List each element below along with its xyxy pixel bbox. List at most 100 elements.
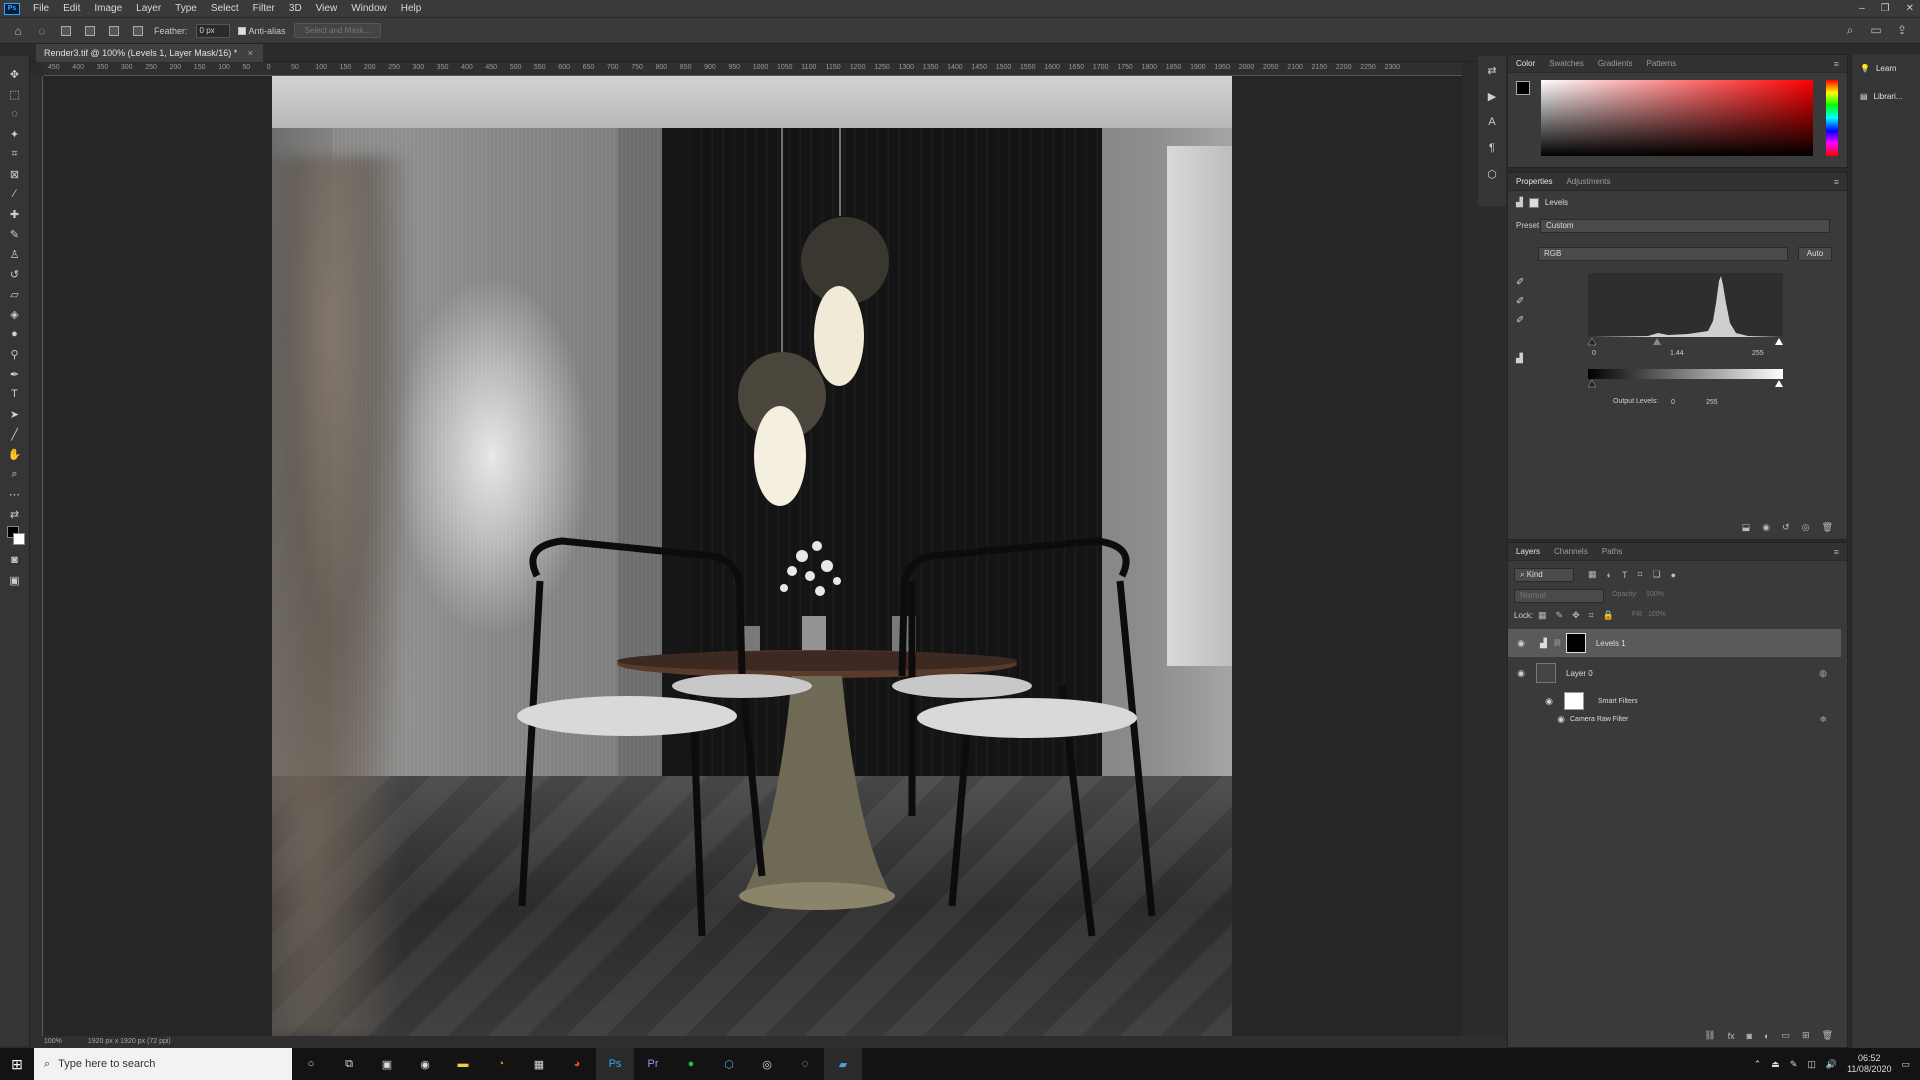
actions-panel-icon[interactable]: ▶ bbox=[1482, 88, 1502, 104]
more-tools-icon[interactable]: ⋯ bbox=[5, 486, 25, 502]
link-icon[interactable]: ⛓ bbox=[1553, 639, 1562, 647]
windows-start-icon[interactable]: ⊞ bbox=[0, 1048, 34, 1080]
libraries-button[interactable]: ▤ Librari... bbox=[1852, 82, 1920, 110]
network-icon[interactable]: ◫ bbox=[1807, 1059, 1816, 1070]
output-white-value[interactable]: 255 bbox=[1706, 397, 1718, 408]
lasso-tool-preset-icon[interactable]: ◌ bbox=[34, 24, 50, 38]
close-window-icon[interactable]: ✕ bbox=[1906, 0, 1914, 17]
smart-filter-indicator-icon[interactable]: ◍ bbox=[1819, 668, 1827, 679]
frame-tool-icon[interactable]: ⊠ bbox=[5, 166, 25, 182]
visibility-eye-icon[interactable]: ◉ bbox=[1542, 696, 1556, 707]
layer-name[interactable]: Layer 0 bbox=[1566, 669, 1593, 678]
select-and-mask-button[interactable]: Select and Mask... bbox=[293, 23, 382, 38]
menu-help[interactable]: Help bbox=[394, 0, 429, 17]
add-selection-icon[interactable] bbox=[82, 24, 98, 38]
panel-menu-icon[interactable]: ≡ bbox=[1834, 59, 1839, 69]
sketchup-icon[interactable]: ⬡ bbox=[710, 1048, 748, 1080]
history-panel-icon[interactable]: ⇄ bbox=[1482, 62, 1502, 78]
chrome-icon[interactable]: ◕ bbox=[558, 1048, 596, 1080]
close-tab-icon[interactable]: × bbox=[248, 48, 253, 58]
filter-type-icon[interactable]: T bbox=[1622, 570, 1628, 580]
lock-image-icon[interactable]: ✎ bbox=[1556, 610, 1564, 621]
marquee-tool-icon[interactable]: ⬚ bbox=[5, 86, 25, 102]
layer-row-levels[interactable]: ◉ ▟ ⛓ Levels 1 bbox=[1508, 629, 1841, 657]
opacity-value[interactable]: 100% bbox=[1646, 591, 1664, 598]
magic-wand-tool-icon[interactable]: ✦ bbox=[5, 126, 25, 142]
app-icon-3[interactable]: ◌ bbox=[786, 1048, 824, 1080]
cortana-icon[interactable]: ○ bbox=[292, 1048, 330, 1080]
3d-panel-icon[interactable]: ⬡ bbox=[1482, 166, 1502, 182]
output-level-sliders[interactable] bbox=[1584, 379, 1787, 388]
fill-value[interactable]: 100% bbox=[1648, 611, 1666, 618]
feather-input[interactable]: 0 px bbox=[195, 23, 230, 38]
input-level-sliders[interactable] bbox=[1584, 336, 1787, 346]
document-canvas-image[interactable] bbox=[272, 76, 1232, 1036]
dodge-tool-icon[interactable]: ⚲ bbox=[5, 346, 25, 362]
tab-swatches[interactable]: Swatches bbox=[1549, 59, 1584, 68]
filter-mask-thumbnail[interactable] bbox=[1564, 692, 1584, 710]
taskbar-search-box[interactable]: ⌕ Type here to search bbox=[34, 1048, 292, 1080]
obs-icon[interactable]: ◎ bbox=[748, 1048, 786, 1080]
black-point-eyedropper-icon[interactable]: ✐ bbox=[1516, 277, 1524, 288]
photoshop-taskbar-icon[interactable]: Ps bbox=[596, 1048, 634, 1080]
intersect-selection-icon[interactable] bbox=[130, 24, 146, 38]
tab-channels[interactable]: Channels bbox=[1554, 547, 1588, 556]
visibility-icon[interactable]: ◎ bbox=[1802, 522, 1810, 533]
input-white-value[interactable]: 255 bbox=[1752, 348, 1764, 359]
filter-shape-icon[interactable]: ⌗ bbox=[1637, 569, 1642, 580]
search-icon[interactable]: ⌕ bbox=[1842, 23, 1858, 37]
crop-tool-icon[interactable]: ⌗ bbox=[5, 146, 25, 162]
tab-layers[interactable]: Layers bbox=[1516, 547, 1540, 556]
layer-style-icon[interactable]: fx bbox=[1728, 1031, 1735, 1041]
character-panel-icon[interactable]: A bbox=[1482, 114, 1502, 130]
preset-dropdown[interactable]: Custom bbox=[1540, 219, 1830, 233]
premiere-icon[interactable]: Pr bbox=[634, 1048, 672, 1080]
new-adjustment-icon[interactable]: ◐ bbox=[1764, 1031, 1769, 1041]
layer-row-camera-raw[interactable]: ◉ Camera Raw Filter ≑ bbox=[1508, 709, 1841, 729]
history-brush-tool-icon[interactable]: ↺ bbox=[5, 266, 25, 282]
histogram-options-icon[interactable]: ▟ bbox=[1516, 353, 1523, 364]
gray-point-eyedropper-icon[interactable]: ✐ bbox=[1516, 296, 1524, 307]
eyedropper-tool-icon[interactable]: ⁄ bbox=[5, 186, 25, 202]
smart-object-thumbnail[interactable] bbox=[1536, 663, 1556, 683]
calculator-icon[interactable]: ▦ bbox=[520, 1048, 558, 1080]
new-selection-icon[interactable] bbox=[58, 24, 74, 38]
delete-icon[interactable]: 🗑 bbox=[1822, 522, 1833, 533]
mask-icon[interactable] bbox=[1528, 197, 1539, 208]
tab-paths[interactable]: Paths bbox=[1602, 547, 1622, 556]
app-icon-1[interactable]: ▣ bbox=[368, 1048, 406, 1080]
healing-brush-tool-icon[interactable]: ✚ bbox=[5, 206, 25, 222]
layer-name[interactable]: Camera Raw Filter bbox=[1570, 716, 1628, 723]
layer-kind-filter[interactable]: ⌕ Kind bbox=[1514, 568, 1574, 582]
spotify-icon[interactable]: ● bbox=[672, 1048, 710, 1080]
menu-filter[interactable]: Filter bbox=[246, 0, 282, 17]
channel-dropdown[interactable]: RGB bbox=[1538, 247, 1788, 261]
pen-icon[interactable]: ✎ bbox=[1790, 1059, 1798, 1070]
zoom-tool-icon[interactable]: ⌕ bbox=[5, 466, 25, 482]
file-explorer-icon[interactable]: ▬ bbox=[444, 1048, 482, 1080]
panel-menu-icon[interactable]: ≡ bbox=[1834, 547, 1839, 557]
tab-adjustments[interactable]: Adjustments bbox=[1566, 177, 1610, 186]
visibility-eye-icon[interactable]: ◉ bbox=[1514, 668, 1528, 679]
type-tool-icon[interactable]: T bbox=[5, 386, 25, 402]
hand-tool-icon[interactable]: ✋ bbox=[5, 446, 25, 462]
levels-icon[interactable]: ▟ bbox=[1516, 197, 1523, 208]
notifications-icon[interactable]: ▭ bbox=[1901, 1059, 1910, 1070]
document-tab[interactable]: Render3.tif @ 100% (Levels 1, Layer Mask… bbox=[36, 44, 264, 62]
tab-properties[interactable]: Properties bbox=[1516, 177, 1552, 186]
blend-mode-dropdown[interactable]: Normal bbox=[1514, 589, 1604, 603]
tab-patterns[interactable]: Patterns bbox=[1647, 59, 1677, 68]
pen-tool-icon[interactable]: ✒ bbox=[5, 366, 25, 382]
white-point-eyedropper-icon[interactable]: ✐ bbox=[1516, 315, 1524, 326]
input-black-value[interactable]: 0 bbox=[1592, 348, 1596, 359]
screen-mode-icon[interactable]: ▣ bbox=[5, 572, 25, 588]
menu-layer[interactable]: Layer bbox=[129, 0, 168, 17]
link-layers-icon[interactable]: ⛓ bbox=[1704, 1030, 1715, 1041]
menu-type[interactable]: Type bbox=[168, 0, 204, 17]
eraser-tool-icon[interactable]: ▱ bbox=[5, 286, 25, 302]
new-group-icon[interactable]: ▭ bbox=[1782, 1030, 1791, 1041]
quick-mask-icon[interactable]: ◙ bbox=[5, 552, 25, 568]
paragraph-panel-icon[interactable]: ¶ bbox=[1482, 140, 1502, 156]
filter-pixel-icon[interactable]: ▦ bbox=[1588, 569, 1597, 580]
app-icon-2[interactable]: ◉ bbox=[406, 1048, 444, 1080]
